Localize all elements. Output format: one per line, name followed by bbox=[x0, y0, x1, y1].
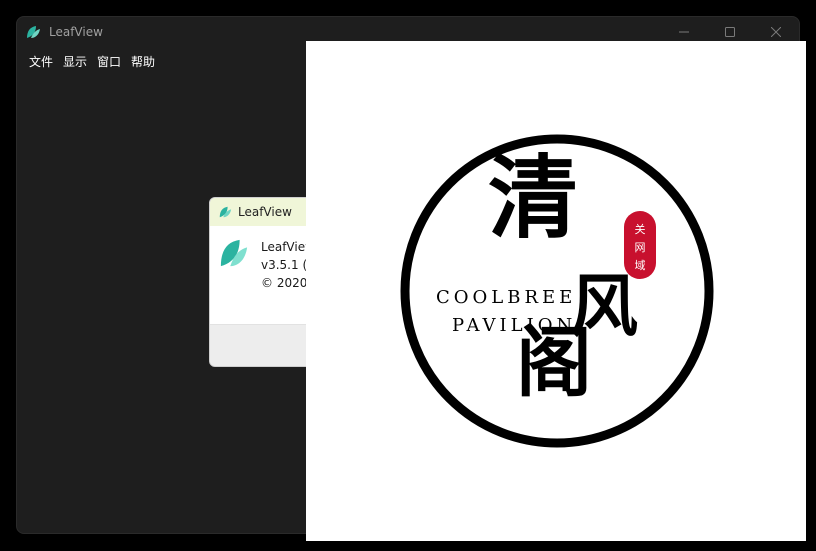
copyright-label: © 2020 bbox=[261, 276, 308, 290]
menu-bar: 文件 显示 窗口 帮助 bbox=[17, 50, 159, 72]
leaf-icon bbox=[219, 238, 249, 268]
seal-char-3: 域 bbox=[634, 259, 646, 272]
menu-view[interactable]: 显示 bbox=[57, 53, 93, 70]
minimize-icon bbox=[679, 31, 689, 33]
maximize-icon bbox=[725, 27, 735, 37]
leaf-icon bbox=[218, 205, 232, 219]
logo-text-pavilion: PAVILION bbox=[452, 315, 577, 336]
image-viewport[interactable]: 清 风 阁 COOLBREE PAVILION 关 网 域 bbox=[306, 41, 806, 541]
seal-char-1: 关 bbox=[634, 223, 646, 236]
window-title: LeafView bbox=[49, 25, 103, 39]
red-seal: 关 网 域 bbox=[624, 211, 656, 279]
leaf-icon bbox=[25, 24, 41, 40]
menu-window[interactable]: 窗口 bbox=[91, 53, 127, 70]
logo-char-qing: 清 bbox=[488, 145, 578, 251]
logo-text-coolbree: COOLBREE bbox=[436, 287, 577, 308]
dialog-title: LeafView bbox=[238, 205, 292, 219]
menu-file[interactable]: 文件 bbox=[23, 53, 59, 70]
close-icon bbox=[771, 27, 781, 37]
logo-char-ge: 阁 bbox=[516, 318, 592, 407]
menu-help[interactable]: 帮助 bbox=[125, 53, 161, 70]
seal-char-2: 网 bbox=[634, 241, 646, 254]
